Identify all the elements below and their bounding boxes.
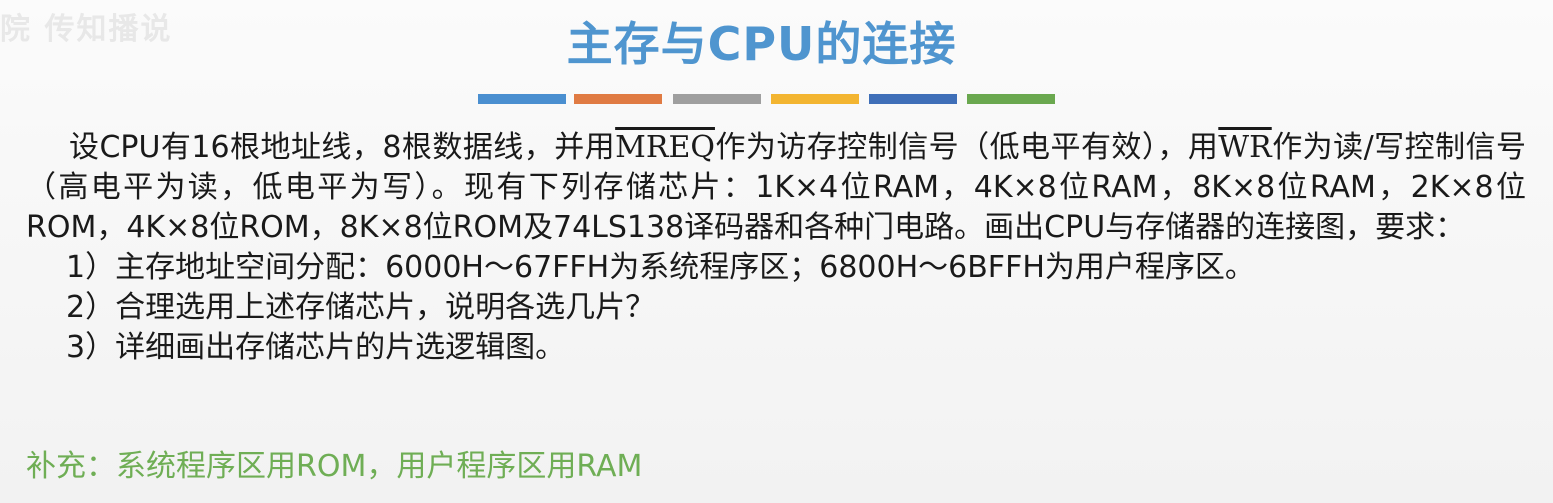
requirement-1: 1）主存地址空间分配：6000H～67FFH为系统程序区；6800H～6BFFH… [66, 250, 1255, 285]
problem-text-1: 设CPU有16根地址线，8根数据线，并用 [69, 130, 616, 165]
problem-content: 设CPU有16根地址线，8根数据线，并用MREQ作为访存控制信号（低电平有效），… [26, 128, 1526, 368]
problem-text-2: 作为访存控制信号（低电平有效），用 [714, 130, 1219, 165]
requirement-3: 3）详细画出存储芯片的片选逻辑图。 [66, 330, 566, 365]
problem-statement: 设CPU有16根地址线，8根数据线，并用MREQ作为访存控制信号（低电平有效），… [26, 128, 1526, 248]
signal-mreq: MREQ [615, 130, 715, 165]
color-bar-green [967, 94, 1055, 104]
color-bar-yellow [771, 94, 859, 104]
color-bar-orange [574, 94, 662, 104]
slide-title: 主存与CPU的连接 [566, 17, 957, 71]
supplement-note: 补充：系统程序区用ROM，用户程序区用RAM [26, 449, 643, 484]
signal-wr: WR [1218, 130, 1272, 165]
color-bar-darkblue [869, 94, 957, 104]
color-bar-blue [478, 94, 566, 104]
requirement-2: 2）合理选用上述存储芯片，说明各选几片？ [66, 290, 656, 325]
color-bar-gray [673, 94, 761, 104]
